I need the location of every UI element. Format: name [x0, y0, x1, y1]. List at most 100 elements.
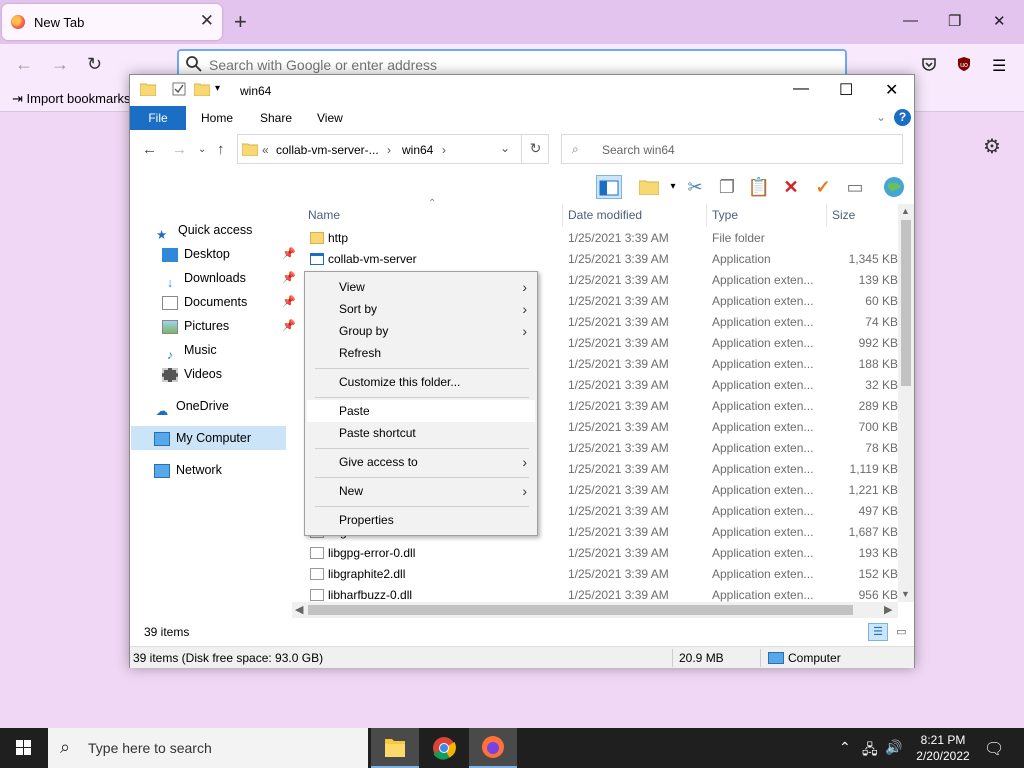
back-button-icon[interactable]: ← — [142, 141, 157, 158]
views-folder-icon[interactable] — [636, 175, 662, 199]
menu-item-give-access[interactable]: Give access to › — [307, 451, 535, 473]
back-arrow-icon[interactable]: ← — [15, 54, 33, 75]
taskbar-search[interactable]: ⌕ Type here to search — [48, 728, 368, 768]
table-row[interactable]: libharfbuzz-0.dll 1/25/2021 3:39 AM Applic… — [300, 585, 900, 603]
rename-icon[interactable]: ▭ — [842, 175, 868, 199]
table-row[interactable]: collab-vm-server 1/25/2021 3:39 AM Applica… — [300, 249, 900, 270]
close-browser-button[interactable]: ✕ — [993, 12, 1006, 30]
scroll-down-arrow-icon[interactable]: ▼ — [901, 589, 910, 599]
url-input[interactable] — [209, 55, 609, 75]
clock[interactable]: 8:21 PM 2/20/2022 — [908, 732, 978, 764]
copy-icon[interactable]: ❐ — [714, 175, 740, 199]
forward-arrow-icon[interactable]: → — [51, 54, 69, 75]
new-tab-button[interactable]: + — [234, 9, 247, 35]
nav-downloads[interactable]: ↓ Downloads 📌 — [162, 267, 296, 290]
preview-pane-icon[interactable] — [596, 175, 622, 199]
large-icons-view-icon[interactable]: ▭ — [891, 624, 911, 642]
nav-onedrive[interactable]: ☁ OneDrive — [154, 395, 229, 418]
menu-item-refresh[interactable]: Refresh — [307, 342, 535, 364]
taskbar-chrome[interactable] — [420, 728, 468, 768]
column-header-size[interactable]: Size — [832, 208, 855, 222]
taskbar-firefox[interactable] — [469, 728, 517, 768]
close-window-button[interactable]: ✕ — [885, 80, 898, 100]
reload-icon[interactable]: ↻ — [87, 54, 102, 75]
breadcrumb-separator[interactable]: › — [387, 143, 391, 157]
menu-item-paste-shortcut[interactable]: Paste shortcut — [307, 422, 535, 444]
network-status-icon[interactable]: 🖧 — [862, 739, 878, 763]
table-row[interactable]: libgraphite2.dll 1/25/2021 3:39 AM Applica… — [300, 564, 900, 585]
scroll-left-arrow-icon[interactable]: ◀ — [295, 603, 303, 616]
paste-icon[interactable]: 📋 — [746, 175, 772, 199]
checkmark-icon[interactable]: ✓ — [810, 175, 836, 199]
minimize-browser-button[interactable]: — — [903, 12, 918, 29]
menu-item-properties[interactable]: Properties — [307, 509, 535, 531]
forward-button-icon[interactable]: → — [172, 141, 187, 158]
breadcrumb-overflow[interactable]: « — [262, 143, 269, 157]
pin-icon[interactable]: 📌 — [282, 315, 296, 337]
table-row[interactable]: http 1/25/2021 3:39 AM File folder — [300, 228, 900, 249]
menu-item-new[interactable]: New › — [307, 480, 535, 502]
scroll-right-arrow-icon[interactable]: ▶ — [884, 603, 892, 616]
column-header-name[interactable]: Name — [308, 208, 340, 222]
refresh-icon[interactable]: ↻ — [521, 134, 549, 164]
up-one-level-icon[interactable]: ↑ — [217, 141, 225, 158]
nav-my-computer[interactable]: My Computer — [154, 427, 251, 449]
expand-ribbon-chevron-icon[interactable]: ⌄ — [876, 110, 886, 124]
vertical-scroll-thumb[interactable] — [901, 220, 911, 386]
column-divider[interactable] — [562, 204, 563, 226]
minimize-window-button[interactable]: — — [793, 80, 809, 98]
tab-home[interactable]: Home — [201, 111, 233, 125]
nav-quick-access[interactable]: ★ Quick access — [156, 219, 252, 242]
breadcrumb-collab-vm-server[interactable]: collab-vm-server-... — [276, 143, 379, 157]
recent-locations-chevron-icon[interactable]: ⌄ — [198, 144, 206, 155]
new-folder-icon[interactable] — [194, 82, 210, 96]
menu-hamburger-icon[interactable]: ☰ — [992, 56, 1006, 76]
tab-view[interactable]: View — [317, 111, 343, 125]
customize-quick-access-chevron-icon[interactable]: ▾ — [215, 83, 220, 94]
scroll-up-arrow-icon[interactable]: ▲ — [901, 206, 910, 216]
address-bar[interactable]: « collab-vm-server-... › win64 › ⌄ — [237, 134, 549, 164]
horizontal-scrollbar[interactable]: ◀ ▶ — [292, 602, 898, 618]
pocket-icon[interactable] — [921, 56, 937, 72]
start-button[interactable] — [0, 728, 48, 768]
pin-icon[interactable]: 📌 — [282, 291, 296, 313]
column-divider[interactable] — [826, 204, 827, 226]
horizontal-scroll-thumb[interactable] — [308, 605, 853, 615]
import-bookmarks-link[interactable]: ⇥ Import bookmarks — [12, 91, 131, 107]
menu-item-paste[interactable]: Paste — [307, 400, 535, 422]
taskbar-file-explorer[interactable] — [371, 728, 419, 768]
notifications-icon[interactable]: 🗨 — [984, 739, 1004, 759]
maximize-window-button[interactable]: ☐ — [839, 80, 853, 100]
nav-music[interactable]: ♪ Music — [162, 339, 217, 362]
globe-icon[interactable] — [881, 175, 907, 199]
show-hidden-icons-chevron-icon[interactable]: ⌃ — [839, 739, 851, 756]
cut-icon[interactable]: ✂ — [682, 175, 708, 199]
vertical-scrollbar[interactable]: ▲ ▼ — [898, 204, 914, 602]
nav-pictures[interactable]: Pictures 📌 — [162, 315, 296, 337]
menu-item-group-by[interactable]: Group by › — [307, 320, 535, 342]
ublock-shield-icon[interactable]: uo — [956, 56, 972, 72]
breadcrumb-win64[interactable]: win64 — [402, 143, 433, 157]
volume-icon[interactable]: 🔊 — [885, 739, 902, 756]
details-view-icon[interactable]: ☰ — [868, 623, 888, 641]
column-divider[interactable] — [706, 204, 707, 226]
breadcrumb-separator-2[interactable]: › — [442, 143, 446, 157]
browser-tab-new-tab[interactable]: New Tab ✕ — [2, 4, 222, 40]
address-history-chevron-icon[interactable]: ⌄ — [500, 141, 510, 155]
menu-item-customize-folder[interactable]: Customize this folder... — [307, 371, 535, 393]
delete-icon[interactable]: ✕ — [778, 175, 804, 199]
nav-desktop[interactable]: Desktop 📌 — [162, 243, 296, 265]
column-header-date[interactable]: Date modified — [568, 208, 642, 222]
tab-share[interactable]: Share — [260, 111, 292, 125]
column-header-type[interactable]: Type — [712, 208, 738, 222]
nav-documents[interactable]: Documents 📌 — [162, 291, 296, 313]
close-tab-icon[interactable]: ✕ — [200, 12, 214, 29]
restore-browser-button[interactable]: ❐ — [948, 12, 961, 30]
table-row[interactable]: libgpg-error-0.dll 1/25/2021 3:39 AM Appli… — [300, 543, 900, 564]
menu-item-view[interactable]: View › — [307, 276, 535, 298]
nav-network[interactable]: Network — [154, 459, 222, 481]
search-box[interactable]: ⌕ Search win64 — [561, 134, 903, 164]
pin-icon[interactable]: 📌 — [282, 243, 296, 265]
properties-checkbox-icon[interactable] — [172, 82, 186, 96]
pin-icon[interactable]: 📌 — [282, 267, 296, 289]
